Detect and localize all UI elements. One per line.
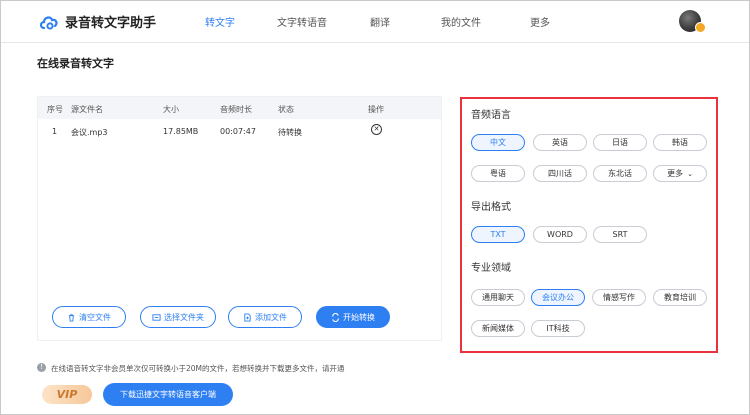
domain-option-education[interactable]: 教育培训 [653,289,707,306]
remove-file-icon[interactable]: ✕ [371,124,382,135]
column-duration: 音频时长 [220,105,252,114]
table-header: 序号 源文件名 大小 音频时长 状态 操作 [38,97,441,119]
notice-text: 在线语音转文字非会员单次仅可转换小于20M的文件，若想转换并下载更多文件，请开通 [51,364,345,373]
nav-text-to-speech[interactable]: 文字转语音 [277,14,327,29]
top-header: 录音转文字助手 转文字 文字转语音 翻译 我的文件 更多 [1,1,749,43]
language-option-cantonese[interactable]: 粤语 [471,165,525,182]
chevron-down-icon: ⌄ [687,169,693,178]
language-option-northeastern[interactable]: 东北话 [593,165,647,182]
column-size: 大小 [163,105,179,114]
domain-option-news[interactable]: 新闻媒体 [471,320,525,337]
add-file-button[interactable]: 添加文件 [228,306,302,328]
domain-section-title: 专业领域 [471,263,511,274]
row-index: 1 [52,127,58,136]
app-title: 录音转文字助手 [65,16,157,31]
nav-translate[interactable]: 翻译 [370,14,390,29]
language-option-sichuanese[interactable]: 四川话 [533,165,587,182]
language-option-japanese[interactable]: 日语 [593,134,647,151]
cloud-logo-icon [39,15,58,30]
nav-more[interactable]: 更多 [530,14,550,29]
format-section-title: 导出格式 [471,202,511,213]
language-option-chinese[interactable]: 中文 [471,134,525,151]
select-folder-button[interactable]: 选择文件夹 [140,306,216,328]
domain-option-office[interactable]: 会议办公 [531,289,585,306]
trash-icon [68,313,75,322]
clear-files-button[interactable]: 清空文件 [52,306,126,328]
vip-badge-icon [695,22,706,33]
nav-my-files[interactable]: 我的文件 [441,14,481,29]
language-option-korean[interactable]: 韩语 [653,134,707,151]
format-option-txt[interactable]: TXT [471,226,525,243]
row-status: 待转换 [278,128,302,137]
file-list-panel: 序号 源文件名 大小 音频时长 状态 操作 1 会议.mp3 17.85MB 0… [37,96,442,341]
domain-option-writing[interactable]: 情感写作 [592,289,646,306]
nav-speech-to-text[interactable]: 转文字 [205,14,235,29]
language-section-title: 音频语言 [471,110,511,121]
domain-option-it[interactable]: IT科技 [531,320,585,337]
folder-icon [152,313,161,321]
vip-button[interactable]: VIP [42,385,92,404]
domain-option-chat[interactable]: 通用聊天 [471,289,525,306]
settings-panel: 音频语言 中文 英语 日语 韩语 粤语 四川话 东北话 更多 ⌄ 导出格式 TX… [460,97,718,353]
row-duration: 00:07:47 [220,127,256,136]
language-option-english[interactable]: 英语 [533,134,587,151]
file-add-icon [244,312,251,322]
language-more-dropdown[interactable]: 更多 ⌄ [653,165,707,182]
page-title: 在线录音转文字 [37,57,114,70]
column-action: 操作 [368,105,384,114]
column-filename: 源文件名 [71,105,103,114]
column-status: 状态 [278,105,294,114]
format-option-srt[interactable]: SRT [593,226,647,243]
row-size: 17.85MB [163,127,199,136]
info-icon: ! [37,363,46,372]
format-option-word[interactable]: WORD [533,226,587,243]
convert-icon [332,312,339,322]
column-index: 序号 [47,105,63,114]
row-filename: 会议.mp3 [71,128,108,137]
app-logo[interactable]: 录音转文字助手 [39,12,156,31]
download-client-button[interactable]: 下载迅捷文字转语音客户端 [103,383,233,406]
start-convert-button[interactable]: 开始转换 [316,306,390,328]
